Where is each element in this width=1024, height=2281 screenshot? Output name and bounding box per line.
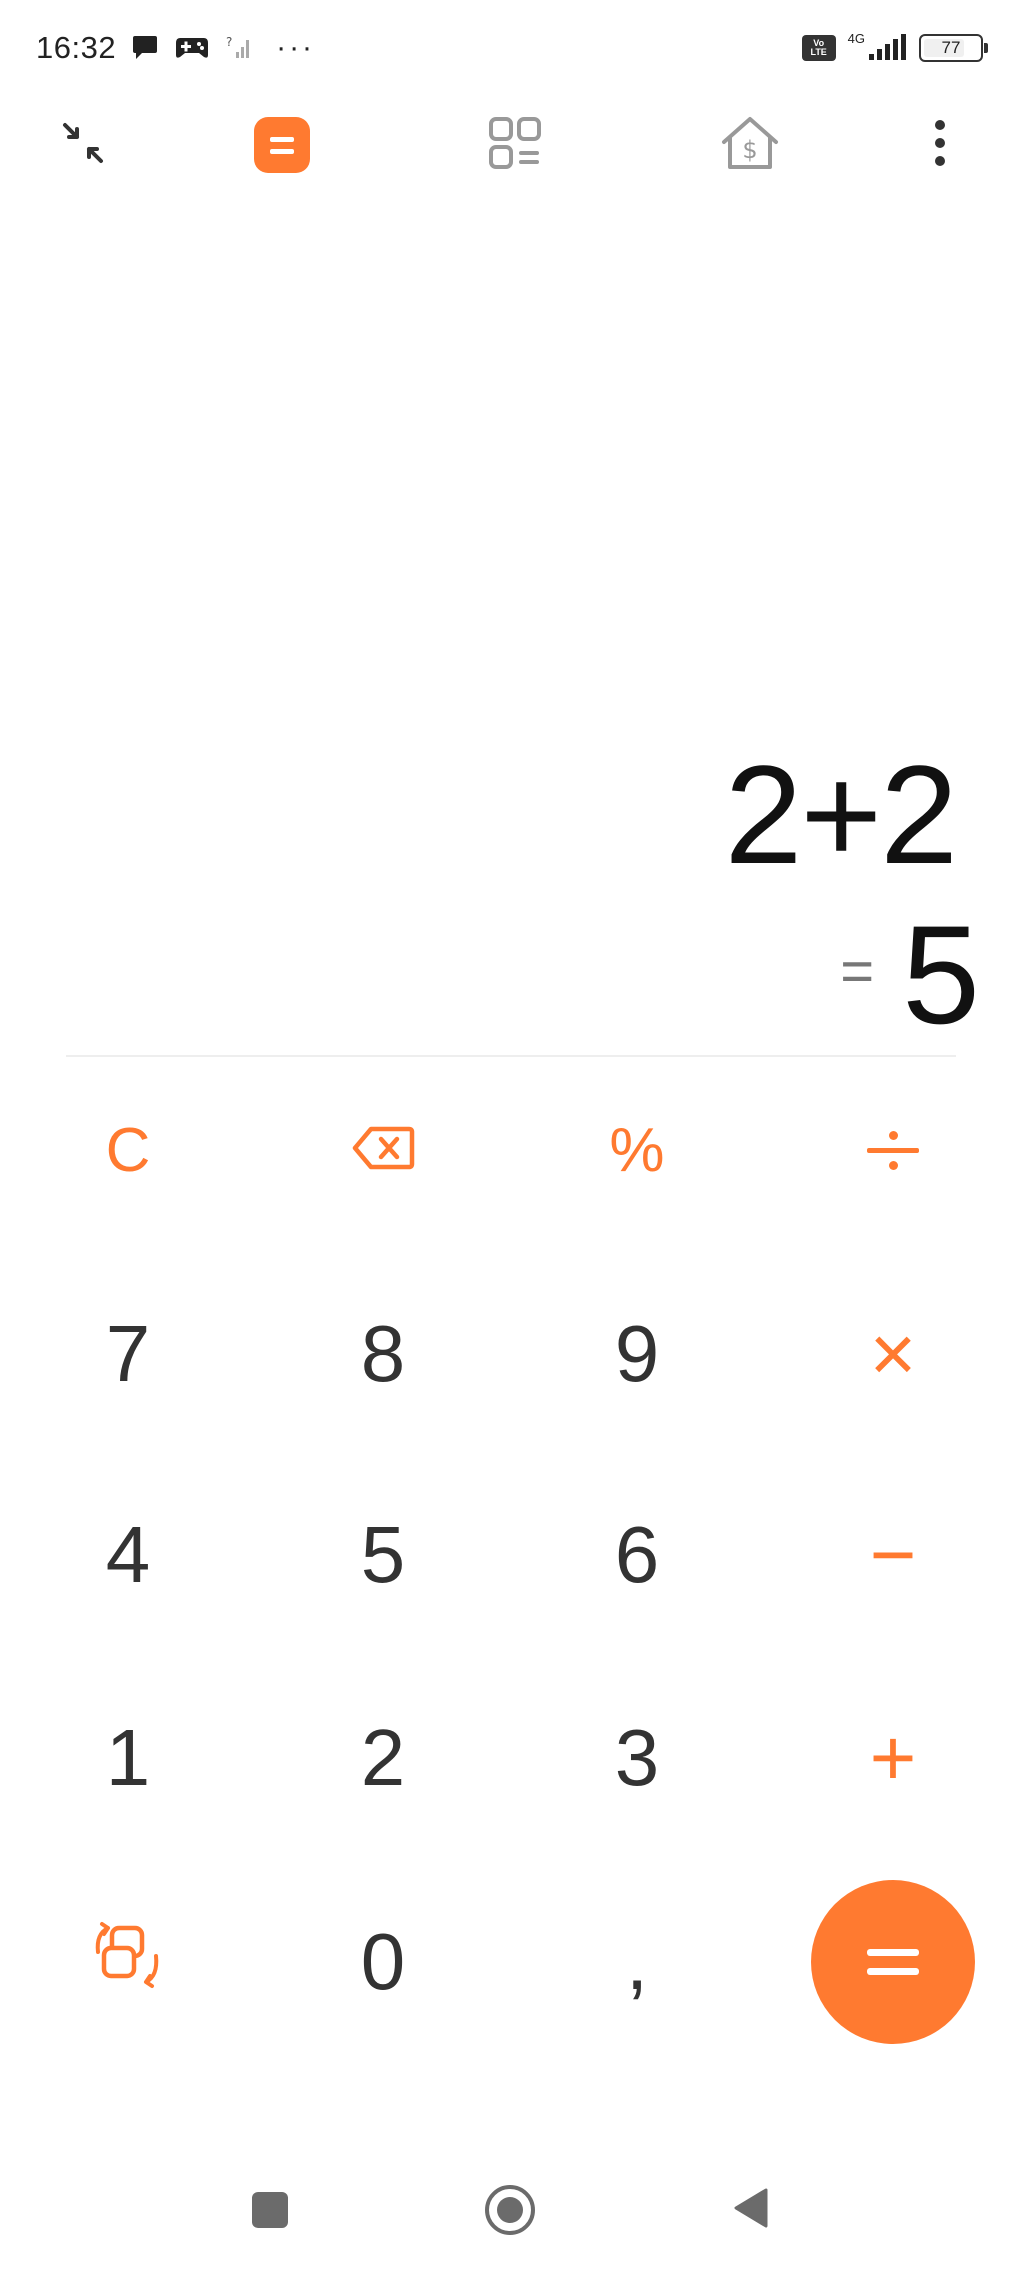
percent-button[interactable]: % xyxy=(537,1075,737,1225)
more-options-button[interactable] xyxy=(895,100,985,190)
calculator-icon xyxy=(254,117,310,173)
switch-mode-button[interactable] xyxy=(28,1887,228,2037)
digit-6-button[interactable]: 6 xyxy=(537,1480,737,1630)
collapse-button[interactable] xyxy=(38,100,128,190)
battery-level-text: 77 xyxy=(941,38,961,57)
back-button[interactable] xyxy=(700,2160,800,2260)
divide-icon xyxy=(867,1130,919,1170)
home-button[interactable] xyxy=(460,2160,560,2260)
svg-text:$: $ xyxy=(742,136,757,164)
recents-button[interactable] xyxy=(220,2160,320,2260)
expression-text: 2+2 xyxy=(724,736,958,893)
network-type: 4G xyxy=(847,30,865,46)
svg-text:?: ? xyxy=(226,35,232,49)
digit-7-button[interactable]: 7 xyxy=(28,1279,228,1429)
circle-icon xyxy=(485,2185,535,2235)
tab-calculator[interactable] xyxy=(237,100,327,190)
signal-unknown-icon: ? xyxy=(224,34,252,62)
more-vertical-icon xyxy=(934,119,946,172)
decimal-button[interactable]: , xyxy=(537,1887,737,2037)
battery-body: 77 xyxy=(919,34,983,62)
digit-8-button[interactable]: 8 xyxy=(283,1279,483,1429)
calculator-display: 2+2 = 5 xyxy=(0,190,1024,1050)
top-toolbar: $ xyxy=(0,100,1024,190)
grid-list-icon xyxy=(487,115,543,176)
clear-button[interactable]: C xyxy=(28,1075,228,1225)
house-dollar-icon: $ xyxy=(718,114,782,177)
plus-button[interactable]: + xyxy=(793,1683,993,1833)
divide-button[interactable] xyxy=(793,1075,993,1225)
digit-3-button[interactable]: 3 xyxy=(537,1683,737,1833)
minus-button[interactable]: − xyxy=(793,1480,993,1630)
navigation-bar xyxy=(0,2160,1024,2281)
status-left: 16:32 ? ··· xyxy=(36,30,315,66)
volte-bottom-text: LTE xyxy=(810,47,827,57)
display-divider xyxy=(66,1055,956,1057)
signal-strength-icon xyxy=(867,34,907,62)
tab-finance[interactable]: $ xyxy=(705,100,795,190)
message-bubble-icon xyxy=(130,34,160,62)
square-icon xyxy=(252,2192,288,2228)
digit-0-button[interactable]: 0 xyxy=(283,1887,483,2037)
multiply-button[interactable]: × xyxy=(793,1279,993,1429)
backspace-icon xyxy=(351,1115,415,1186)
battery-cap xyxy=(984,43,988,53)
status-time: 16:32 xyxy=(36,30,117,65)
triangle-back-icon xyxy=(730,2186,770,2235)
gamepad-icon xyxy=(174,35,210,61)
result-row: = 5 xyxy=(840,905,980,1045)
status-right: Vo LTE 4G 77 xyxy=(801,30,988,62)
status-bar: 16:32 ? ··· Vo LTE 4G 77 xyxy=(0,0,1024,96)
equals-icon xyxy=(811,1880,975,2044)
digit-1-button[interactable]: 1 xyxy=(28,1683,228,1833)
equals-button[interactable] xyxy=(793,1880,993,2044)
battery-icon: 77 xyxy=(919,34,988,62)
switch-mode-icon xyxy=(90,1920,166,2005)
result-value: 5 xyxy=(902,896,980,1053)
digit-2-button[interactable]: 2 xyxy=(283,1683,483,1833)
tab-converter[interactable] xyxy=(470,100,560,190)
backspace-button[interactable] xyxy=(283,1075,483,1225)
status-more-dots: ··· xyxy=(276,31,316,64)
result-equals-sign: = xyxy=(840,938,875,1004)
digit-5-button[interactable]: 5 xyxy=(283,1480,483,1630)
volte-badge: Vo LTE xyxy=(801,35,836,61)
collapse-arrows-icon xyxy=(59,119,107,172)
digit-4-button[interactable]: 4 xyxy=(28,1480,228,1630)
digit-9-button[interactable]: 9 xyxy=(537,1279,737,1429)
